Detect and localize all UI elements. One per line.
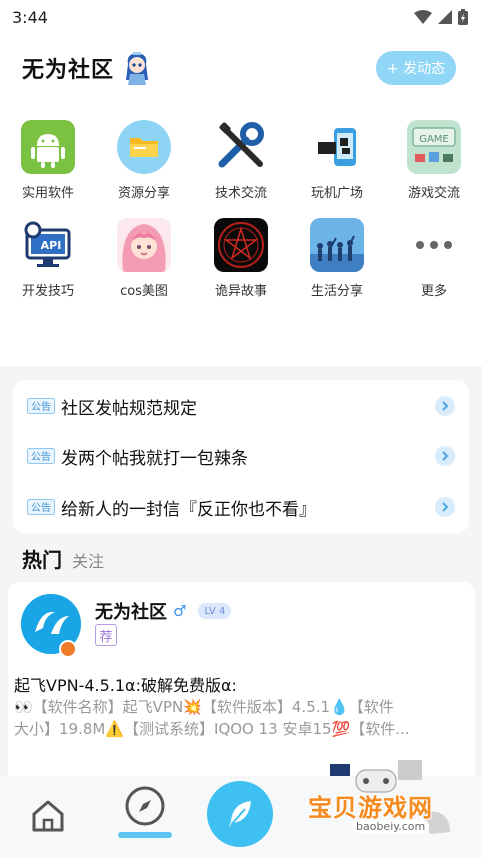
gender-male-icon: ♂ [173,602,187,620]
category-life[interactable]: 生活分享 [289,218,385,299]
svg-text:GAME: GAME [419,134,449,145]
category-software[interactable]: 实用软件 [0,120,96,201]
category-label: 开发技巧 [21,284,74,299]
signal-icon [438,10,452,24]
category-label: 资源分享 [117,186,170,201]
category-label: 游戏交流 [407,186,460,201]
notice-text: 给新人的一封信『反正你也不看』 [61,499,316,520]
notice-item[interactable]: 公告 社区发帖规范规定 [27,391,455,421]
chevron-right-icon [435,446,455,466]
category-label: 实用软件 [21,186,74,201]
author-row: 无为社区 ♂ LV 4 [95,598,232,624]
post-body-line: 大小】19.8M⚠️【测试系统】IQOO 13 安卓15💯【软件... [14,720,410,738]
announcement-tag-icon: 公告 [27,398,55,414]
notice-card: 公告 社区发帖规范规定 公告 发两个帖我就打一包辣条 公告 给新人的一封信『反正… [13,380,469,533]
svg-text:API: API [41,239,62,252]
announcement-tag-icon: 公告 [27,499,55,515]
wifi-icon [414,10,432,24]
level-badge: LV 4 [198,603,232,619]
header: 无为社区 + 发动态 [22,46,456,90]
notice-text: 发两个帖我就打一包辣条 [61,448,248,469]
category-label: 生活分享 [310,284,363,299]
post-body-line: 👀【软件名称】起飞VPN💥【软件版本】4.5.1💧【软件 [14,698,394,716]
post-status-button[interactable]: + 发动态 [376,51,456,85]
tab-hot[interactable]: 热门 [22,544,62,573]
nav-active-indicator [118,832,172,838]
avatar-badge-icon [59,640,77,658]
people-icon [310,218,364,272]
feather-icon [229,801,251,827]
brand: 无为社区 [22,50,152,86]
create-post-button[interactable] [207,781,273,847]
recommended-tag: 荐 [95,624,117,646]
category-phone-square[interactable]: 玩机广场 [289,120,385,201]
game-icon: GAME [407,120,461,174]
home-icon[interactable] [28,796,68,836]
category-label: 诡异故事 [214,284,267,299]
tab-follow[interactable]: 关注 [72,548,104,572]
post-body[interactable]: 👀【软件名称】起飞VPN💥【软件版本】4.5.1💧【软件 大小】19.8M⚠️【… [14,696,466,740]
battery-icon [458,9,468,25]
avatar[interactable] [21,594,81,658]
notice-item[interactable]: 公告 发两个帖我就打一包辣条 [27,441,455,471]
chevron-right-icon [435,396,455,416]
category-label: cos美图 [120,284,168,299]
svg-text:公告: 公告 [31,450,51,463]
category-resources[interactable]: 资源分享 [96,120,192,201]
category-games[interactable]: GAME 游戏交流 [386,120,482,201]
category-label: 技术交流 [214,186,267,201]
svg-text:公告: 公告 [31,400,51,413]
api-icon: API [21,218,75,272]
post-title[interactable]: 起飞VPN-4.5.1α:破解免费版α: [14,672,237,696]
announcement-tag-icon: 公告 [27,448,55,464]
status-icons [414,9,468,25]
category-label: 更多 [420,284,447,299]
status-time: 3:44 [12,7,48,27]
category-more[interactable]: 更多 [386,218,482,299]
category-dev[interactable]: API 开发技巧 [0,218,96,299]
compass-icon[interactable] [123,784,167,828]
mascot-icon [126,52,149,85]
pentagram-icon [214,218,268,272]
watermark-text: 宝贝游戏网 [308,794,433,822]
category-weird-stories[interactable]: 诡异故事 [193,218,289,299]
more-icon [407,218,461,272]
notice-item[interactable]: 公告 给新人的一封信『反正你也不看』 [27,492,455,522]
svg-text:公告: 公告 [31,501,51,514]
notice-text: 社区发帖规范规定 [61,398,197,419]
status-bar: 3:44 [0,0,482,34]
android-icon [21,120,75,174]
phone-icon [310,120,364,174]
page-title: 无为社区 [22,58,115,83]
category-cos[interactable]: cos美图 [96,218,192,299]
folder-icon [117,120,171,174]
chevron-right-icon [435,497,455,517]
feed-tabs: 热门 关注 [22,544,104,573]
tools-icon [214,120,268,174]
category-label: 玩机广场 [310,186,363,201]
anime-avatar-icon [117,218,171,272]
author-name[interactable]: 无为社区 [95,598,167,624]
category-tech[interactable]: 技术交流 [193,120,289,201]
watermark-url: baobeiy.com [352,820,430,833]
